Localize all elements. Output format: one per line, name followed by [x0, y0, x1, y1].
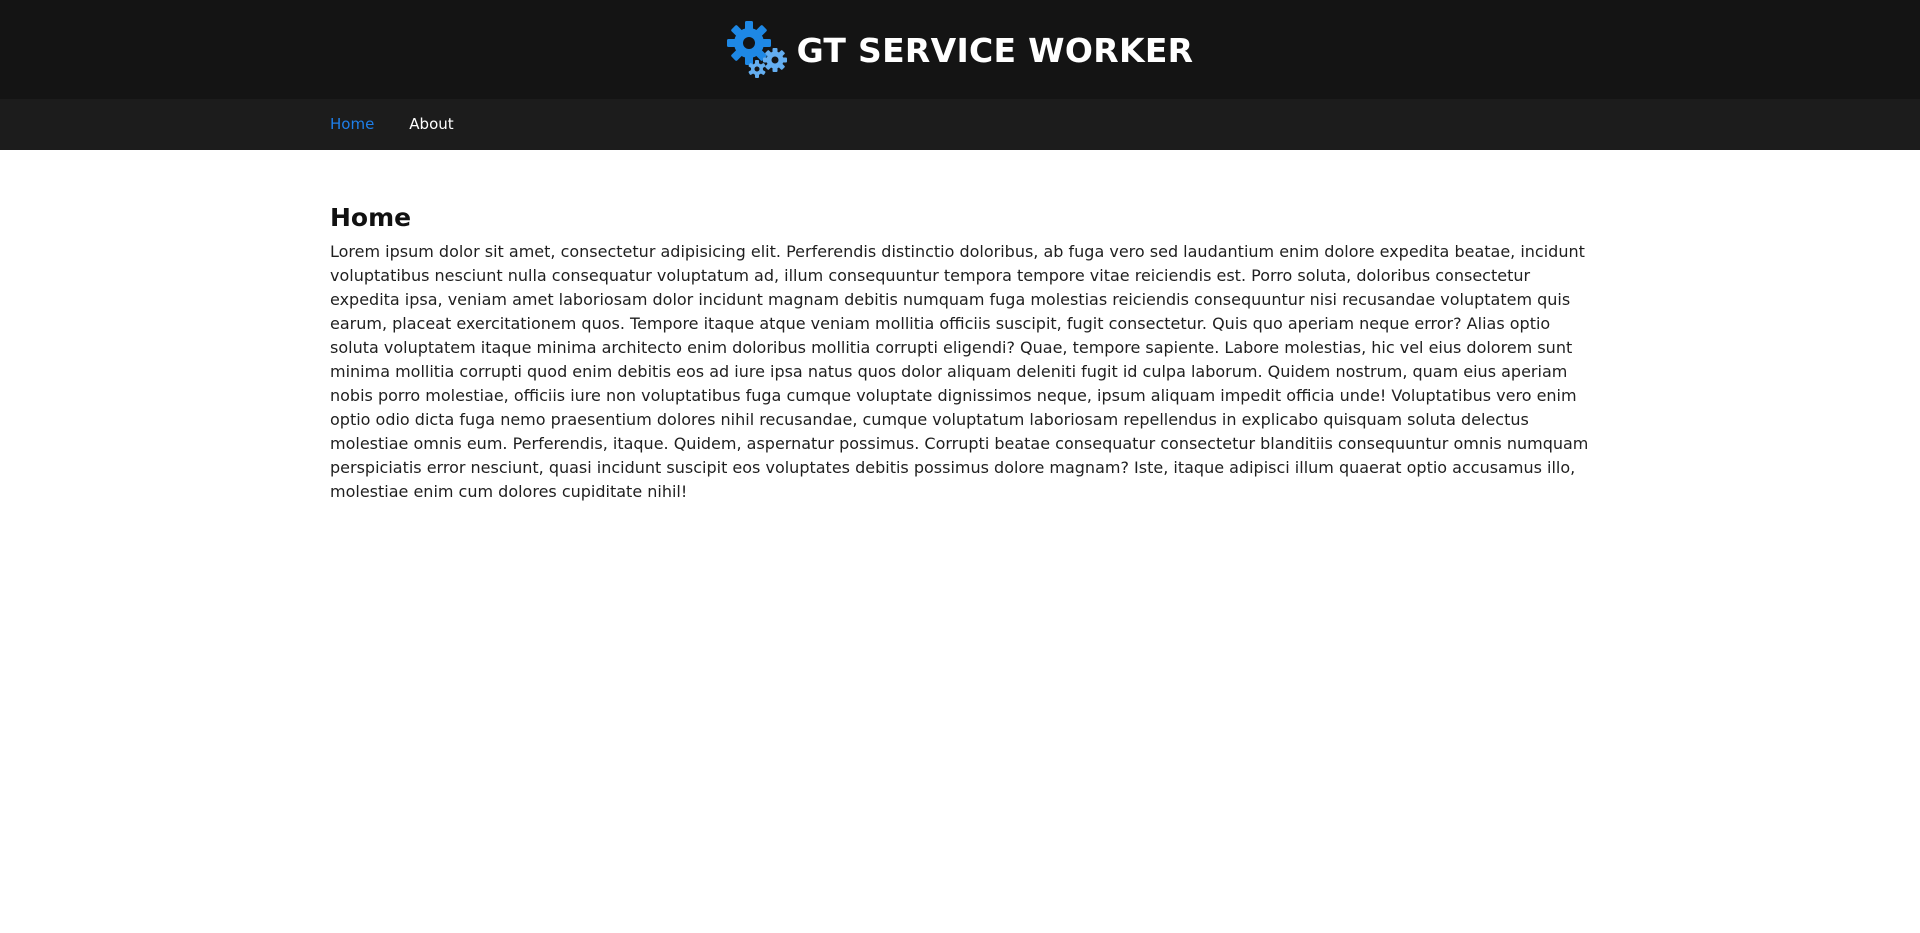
body-paragraph: Lorem ipsum dolor sit amet, consectetur … — [330, 242, 1589, 501]
nav-list: Home About — [330, 99, 489, 150]
gears-icon — [726, 20, 787, 78]
nav-item-home[interactable]: Home — [330, 117, 374, 132]
nav-item-about[interactable]: About — [409, 117, 453, 132]
brand[interactable]: GT SERVICE WORKER — [726, 20, 1194, 79]
main-content: Home Lorem ipsum dolor sit amet, consect… — [330, 150, 1592, 504]
main-nav: Home About — [0, 99, 1920, 150]
site-header: GT SERVICE WORKER — [0, 0, 1920, 99]
page-title: Home — [330, 203, 412, 232]
site-title: GT SERVICE WORKER — [796, 31, 1194, 70]
